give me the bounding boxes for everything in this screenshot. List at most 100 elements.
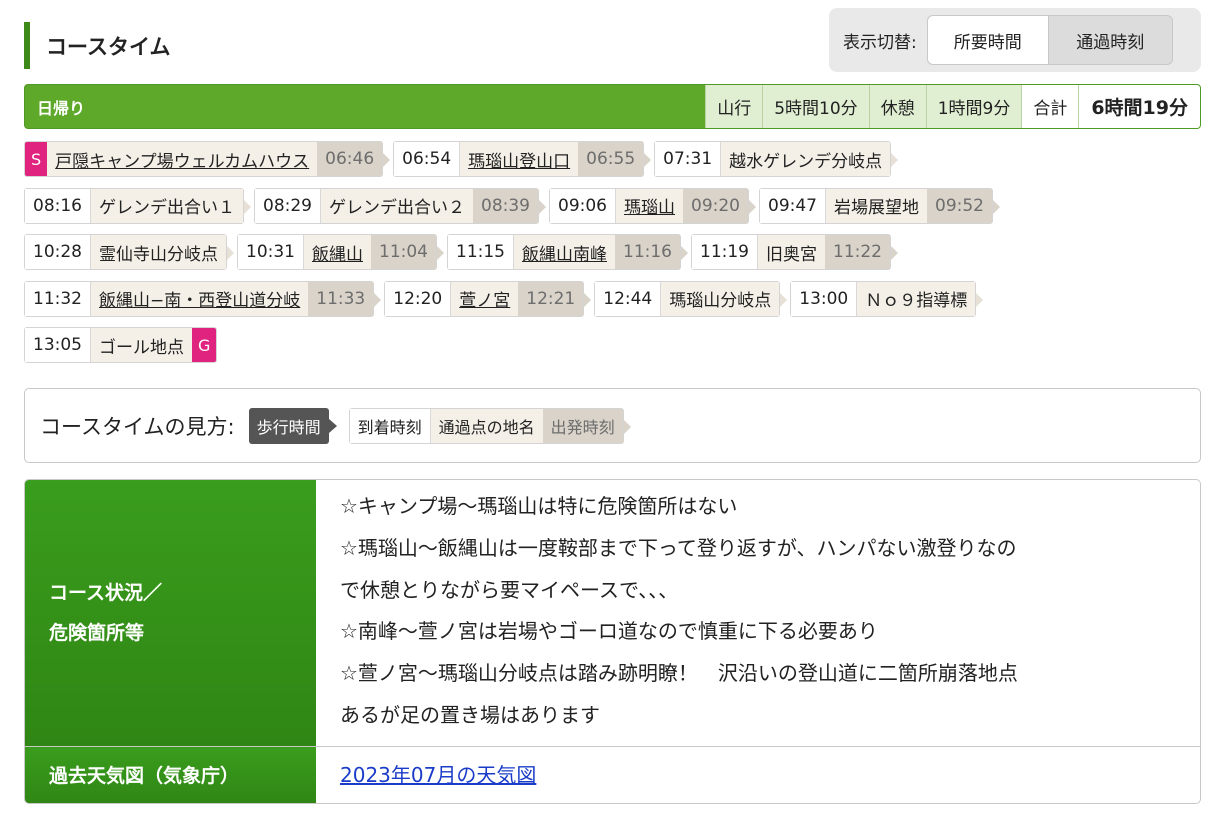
point-name: ゴール地点 <box>91 328 192 362</box>
course-point: 08:16 ゲレンデ出合い１ <box>24 187 251 224</box>
condition-label-line2: 危険箇所等 <box>49 622 145 644</box>
legend-place: 通過点の地名 <box>430 408 543 443</box>
depart-time: 06:46 <box>317 142 383 176</box>
depart-time: 06:55 <box>578 142 644 176</box>
arrive-time: 10:28 <box>25 235 91 269</box>
total-time: 6時間19分 <box>1078 85 1200 128</box>
course-time-legend: コースタイムの見方: 歩行時間 到着時刻 通過点の地名 出発時刻 <box>24 388 1201 463</box>
course-point: S 戸隠キャンプ場ウェルカムハウス 06:46 <box>24 141 391 177</box>
point-name-link[interactable]: 飯縄山南峰 <box>514 235 615 269</box>
condition-line: あるが足の置き場はあります <box>340 702 600 727</box>
hike-time: 5時間10分 <box>762 85 869 128</box>
course-row: 08:16 ゲレンデ出合い１ 08:29 ゲレンデ出合い２ 08:39 09:0… <box>24 187 1204 224</box>
point-name: 霊仙寺山分岐点 <box>91 235 226 269</box>
total-label: 合計 <box>1021 85 1079 128</box>
depart-time: 11:22 <box>825 235 890 269</box>
arrive-time: 11:15 <box>448 235 514 269</box>
course-point: 13:00 Ｎｏ９指導標 <box>790 280 984 317</box>
course-info-table: コース状況／ 危険箇所等 ☆キャンプ場〜瑪瑙山は特に危険箇所はない ☆瑪瑙山〜飯… <box>24 479 1201 804</box>
course-point: 13:05 ゴール地点 G <box>24 327 218 363</box>
summary-bar: 日帰り 山行 5時間10分 休憩 1時間9分 合計 6時間19分 <box>24 84 1201 129</box>
arrive-time: 07:31 <box>655 142 722 176</box>
rest-label: 休憩 <box>868 85 926 128</box>
weather-map-link[interactable]: 2023年07月の天気図 <box>340 755 536 797</box>
weather-map-cell: 2023年07月の天気図 <box>316 747 1200 803</box>
point-name: 岩場展望地 <box>826 188 927 223</box>
depart-time: 08:39 <box>473 188 538 223</box>
point-name: ゲレンデ出合い１ <box>91 188 243 223</box>
arrive-time: 11:19 <box>692 235 758 269</box>
depart-time: 11:33 <box>308 281 374 316</box>
page-title-text: コースタイム <box>46 34 171 59</box>
goal-marker: G <box>192 328 217 362</box>
arrive-time: 09:47 <box>760 188 826 223</box>
course-point: 12:44 瑪瑙山分岐点 <box>594 280 788 317</box>
depart-time: 09:20 <box>683 188 748 223</box>
course-point: 09:47 岩場展望地 09:52 <box>759 187 1000 224</box>
course-point: 08:29 ゲレンデ出合い２ 08:39 <box>254 187 546 224</box>
arrive-time: 10:31 <box>238 235 304 269</box>
condition-line: ☆萱ノ宮〜瑪瑙山分岐点は踏み跡明瞭！ 沢沿いの登山道に二箇所崩落地点 <box>340 661 1018 686</box>
page-title: コースタイム <box>24 22 171 69</box>
depart-time: 12:21 <box>518 281 584 316</box>
rest-time: 1時間9分 <box>925 85 1022 128</box>
course-point: 06:54 瑪瑙山登山口 06:55 <box>393 141 652 177</box>
course-point: 11:19 旧奥宮 11:22 <box>691 234 898 270</box>
point-name: 旧奥宮 <box>758 235 825 269</box>
point-name-link[interactable]: 瑪瑙山 <box>616 188 683 223</box>
arrive-time: 13:05 <box>25 328 91 362</box>
arrive-time: 13:00 <box>791 281 858 316</box>
depart-time: 09:52 <box>927 188 992 223</box>
legend-title: コースタイムの見方: <box>40 414 235 439</box>
arrive-time: 11:32 <box>25 281 91 316</box>
course-point: 10:31 飯縄山 11:04 <box>237 234 444 270</box>
display-toggle: 表示切替: 所要時間 通過時刻 <box>829 8 1201 72</box>
depart-time: 11:16 <box>615 235 680 269</box>
hike-label: 山行 <box>705 85 763 128</box>
course-condition-row: コース状況／ 危険箇所等 ☆キャンプ場〜瑪瑙山は特に危険箇所はない ☆瑪瑙山〜飯… <box>25 480 1200 747</box>
weather-map-row: 過去天気図（気象庁） 2023年07月の天気図 <box>25 747 1200 803</box>
point-name-link[interactable]: 飯縄山 <box>304 235 371 269</box>
weather-map-header: 過去天気図（気象庁） <box>25 747 316 803</box>
legend-point: 到着時刻 通過点の地名 出発時刻 <box>348 407 631 444</box>
point-name-link[interactable]: 瑪瑙山登山口 <box>460 142 579 176</box>
depart-time: 11:04 <box>371 235 436 269</box>
course-row: 13:05 ゴール地点 G <box>24 327 1204 363</box>
point-name-link[interactable]: 戸隠キャンプ場ウェルカムハウス <box>47 142 318 176</box>
course-point: 11:32 飯縄山−南・西登山道分岐 11:33 <box>24 280 382 317</box>
point-name-link[interactable]: 萱ノ宮 <box>451 281 519 316</box>
course-point: 12:20 萱ノ宮 12:21 <box>384 280 592 317</box>
course-time-list: S 戸隠キャンプ場ウェルカムハウス 06:46 06:54 瑪瑙山登山口 06:… <box>24 141 1204 374</box>
condition-line: ☆瑪瑙山〜飯縄山は一度鞍部まで下って登り返すが、ハンパない激登りなの <box>340 535 1017 560</box>
point-name-link[interactable]: 飯縄山−南・西登山道分岐 <box>91 281 309 316</box>
condition-label-line1: コース状況／ <box>49 582 163 604</box>
point-name: ゲレンデ出合い２ <box>321 188 473 223</box>
condition-line: で休憩とりながら要マイペースで、、、 <box>340 577 679 602</box>
toggle-label: 表示切替: <box>843 32 917 53</box>
legend-arrive: 到着時刻 <box>349 408 431 443</box>
course-row: 11:32 飯縄山−南・西登山道分岐 11:33 12:20 萱ノ宮 12:21… <box>24 280 1204 317</box>
course-point: 09:06 瑪瑙山 09:20 <box>549 187 756 224</box>
arrive-time: 08:29 <box>255 188 321 223</box>
point-name: 瑪瑙山分岐点 <box>661 281 780 316</box>
arrive-time: 08:16 <box>25 188 91 223</box>
course-row: 10:28 霊仙寺山分岐点 10:31 飯縄山 11:04 11:15 飯縄山南… <box>24 234 1204 270</box>
course-condition-header: コース状況／ 危険箇所等 <box>25 480 316 746</box>
condition-line: ☆キャンプ場〜瑪瑙山は特に危険箇所はない <box>340 494 738 518</box>
course-point: 11:15 飯縄山南峰 11:16 <box>447 234 688 270</box>
arrive-time: 06:54 <box>394 142 461 176</box>
arrive-time: 09:06 <box>550 188 616 223</box>
trip-type: 日帰り <box>37 98 86 118</box>
point-name: Ｎｏ９指導標 <box>857 281 976 316</box>
course-row: S 戸隠キャンプ場ウェルカムハウス 06:46 06:54 瑪瑙山登山口 06:… <box>24 141 1204 177</box>
point-name: 越水ゲレンデ分岐点 <box>721 142 891 176</box>
course-point: 07:31 越水ゲレンデ分岐点 <box>654 141 899 177</box>
course-point: 10:28 霊仙寺山分岐点 <box>24 234 234 270</box>
legend-depart: 出発時刻 <box>542 408 623 443</box>
course-condition-text: ☆キャンプ場〜瑪瑙山は特に危険箇所はない ☆瑪瑙山〜飯縄山は一度鞍部まで下って登… <box>316 480 1200 746</box>
arrive-time: 12:20 <box>385 281 452 316</box>
start-marker: S <box>25 142 48 176</box>
toggle-duration-button[interactable]: 所要時間 <box>926 15 1049 65</box>
toggle-passing-time-button[interactable]: 通過時刻 <box>1048 15 1173 65</box>
condition-line: ☆南峰〜萱ノ宮は岩場やゴーロ道なので慎重に下る必要あり <box>340 619 878 644</box>
